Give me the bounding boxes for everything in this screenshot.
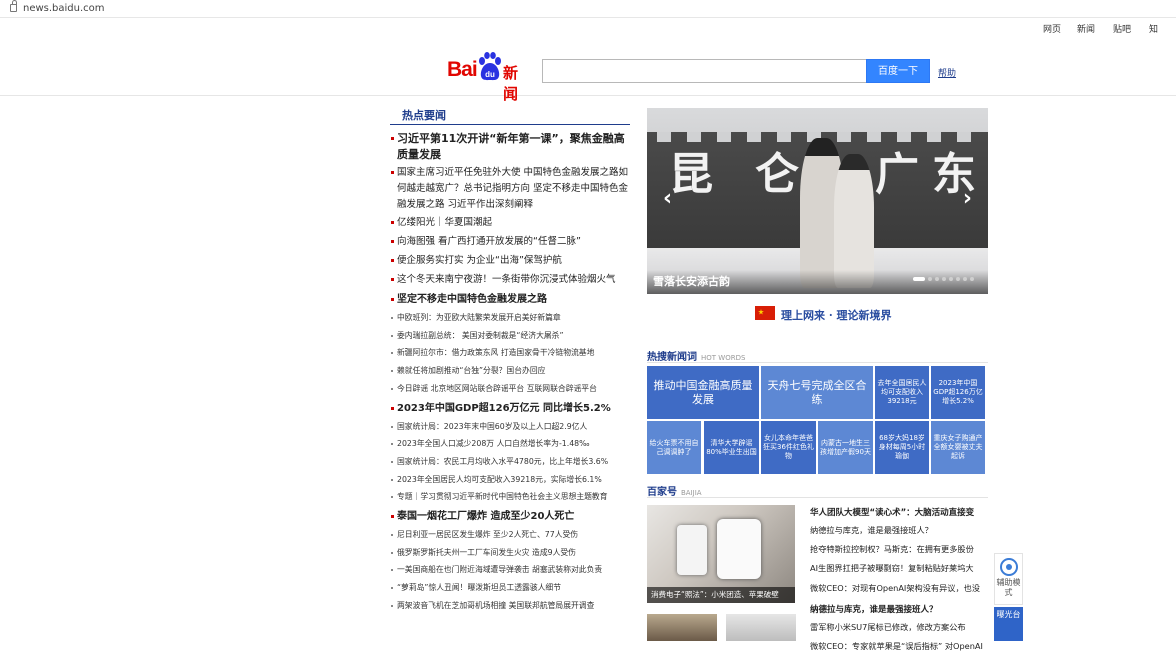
sub-item[interactable]: “萝莉岛”惊人丑闻！曝泼斯坦员工透露骇人细节 <box>390 579 630 597</box>
baijia-thumbnail[interactable]: 消费电子“照法”：小米团造、苹果破壁 <box>647 505 795 603</box>
headline-4[interactable]: 泰国一烟花工厂爆炸 造成至少20人死亡 <box>390 508 630 526</box>
top-nav: 网页 新闻 贴吧 知 <box>1043 22 1176 36</box>
baijia-title[interactable]: 百家号 <box>647 487 677 498</box>
accessibility-icon <box>999 558 1018 576</box>
address-bar[interactable]: news.baidu.com <box>0 0 1176 18</box>
hot-word-tile[interactable]: 重庆女子购通产全额女婴被丈夫起诉 <box>931 421 985 474</box>
hot-news-column: 热点要闻 习近平第11次开讲“新年第一课”，聚焦金融高质量发展 国家主席习近平任… <box>390 105 630 615</box>
sub-item[interactable]: 国家统计局：2023年末中国60岁及以上人口超2.9亿人 <box>390 418 630 436</box>
assist-mode-button[interactable]: 辅助模式 <box>994 553 1023 605</box>
news-item[interactable]: 国家主席习近平任免驻外大使 中国特色金融发展之路如何越走越宽广？总书记指明方向 … <box>390 165 630 213</box>
baijia-headline[interactable]: 华人团队大模型“读心术”：大脑活动直接变 <box>810 505 990 521</box>
report-button[interactable]: 曝光台 <box>994 607 1023 641</box>
baijia-header: 百家号 BAIJIA <box>647 480 988 498</box>
nav-link-web[interactable]: 网页 <box>1043 25 1061 35</box>
news-item[interactable]: 亿缕阳光｜华夏国潮起 <box>390 213 630 232</box>
section-title[interactable]: 热点要闻 <box>402 107 446 123</box>
hot-word-tile[interactable]: 2023年中国GDP超126万亿 增长5.2% <box>931 366 985 419</box>
baijia-item[interactable]: 纳德拉与库克，谁是最强接班人？ <box>810 521 990 540</box>
baijia-item[interactable]: 微软CEO：专家就苹果是“误后指标” 对OpenAI <box>810 637 990 656</box>
sub-item[interactable]: 中欧班列：为亚欧大陆繁荣发展开启美好新篇章 <box>390 309 630 327</box>
hot-words-grid: 推动中国金融高质量发展 天舟七号完成全区合练 去年全国居民人均可支配收入3921… <box>647 366 988 474</box>
news-item[interactable]: 便企服务实打实 为企业“出海”保驾护航 <box>390 251 630 270</box>
flag-icon <box>755 306 775 320</box>
nav-link-news[interactable]: 新闻 <box>1077 25 1095 35</box>
thumbnail-caption: 消费电子“照法”：小米团造、苹果破壁 <box>651 590 779 599</box>
help-link[interactable]: 帮助 <box>938 66 956 79</box>
baijia-item[interactable]: 雷军称小米SU7尾标已修改，修改方案公布 <box>810 618 990 637</box>
hot-words-panel: 热搜新闻词 HOT WORDS 推动中国金融高质量发展 天舟七号完成全区合练 去年… <box>647 345 988 474</box>
hot-word-tile[interactable]: 清华大学辟谣80%毕业生出国 <box>704 421 759 474</box>
nav-link-tieba[interactable]: 贴吧 <box>1113 25 1131 35</box>
carousel-dots[interactable] <box>910 266 974 285</box>
sub-item[interactable]: 俄罗斯罗斯托夫州一工厂车间发生火灾 造成9人受伤 <box>390 544 630 562</box>
baijia-headline[interactable]: 纳德拉与库克，谁是最强接班人？ <box>810 602 990 618</box>
hot-word-tile[interactable]: 去年全国居民人均可支配收入39218元 <box>875 366 929 419</box>
assist-label: 辅助模式 <box>996 578 1021 597</box>
hot-word-tile[interactable]: 68岁大妈18岁身材每周5小时瑜伽 <box>875 421 929 474</box>
hot-words-header: 热搜新闻词 HOT WORDS <box>647 345 988 363</box>
logo-bai: Bai <box>447 58 478 81</box>
headline-2[interactable]: 坚定不移走中国特色金融发展之路 <box>390 291 630 309</box>
baijia-list: 华人团队大模型“读心术”：大脑活动直接变 纳德拉与库克，谁是最强接班人？ 抢夺特… <box>810 505 990 656</box>
banner-text: 理上网来 · 理论新境界 <box>781 309 892 322</box>
hot-word-tile[interactable]: 女儿本命年爸爸狂买36件红色礼物 <box>761 421 816 474</box>
prev-arrow-icon[interactable]: ‹ <box>663 186 672 211</box>
carousel-caption[interactable]: 雪落长安添古韵 <box>653 273 730 289</box>
headline-3[interactable]: 2023年中国GDP超126万亿元 同比增长5.2% <box>390 400 630 418</box>
hot-word-tile[interactable]: 推动中国金融高质量发展 <box>647 366 759 419</box>
search-input[interactable] <box>542 59 867 83</box>
hot-word-tile[interactable]: 内蒙古一地生三孩增加产假90天 <box>818 421 873 474</box>
wall-char: 仑 <box>755 149 799 200</box>
baijia-en: BAIJIA <box>681 489 702 497</box>
sub-item[interactable]: 国家统计局：农民工月均收入水平4780元，比上年增长3.6% <box>390 453 630 471</box>
sub-item[interactable]: 2023年全国居民人均可支配收入39218元，实际增长6.1% <box>390 471 630 489</box>
baijia-panel: 百家号 BAIJIA <box>647 480 988 498</box>
sub-item[interactable]: 两架波音飞机在芝加哥机场相撞 美国联邦航管局展开调查 <box>390 597 630 615</box>
header: Bai du 新闻 百度一下 帮助 <box>0 40 1176 103</box>
nav-link-zhidao[interactable]: 知 <box>1149 25 1158 35</box>
baijia-item[interactable]: 抢夺特斯拉控制权？马斯克：在拥有更多股份 <box>810 540 990 559</box>
hot-word-tile[interactable]: 给火车票不用自己调调肿了 <box>647 421 701 474</box>
wall-char: 昆 <box>669 149 713 200</box>
wall-char: 广 <box>875 149 919 200</box>
baijia-item[interactable]: 微软CEO：对现有OpenAI架构没有异议，也没 <box>810 579 990 598</box>
logo-du: du <box>485 70 495 79</box>
sub-item[interactable]: 一美国商船在也门附近海域遭导弹袭击 胡塞武装称对此负责 <box>390 561 630 579</box>
sub-item[interactable]: 2023年全国人口减少208万 人口自然增长率为-1.48‰ <box>390 435 630 453</box>
sub-item[interactable]: 今日辟谣 北京地区网站联合辟谣平台 互联网联合辟谣平台 <box>390 380 630 398</box>
sub-item[interactable]: 赖就任将加剧推动“台独”分裂？国台办回应 <box>390 362 630 380</box>
news-item[interactable]: 这个冬天来南宁夜游！一条街带你沉浸式体验烟火气 <box>390 270 630 289</box>
sub-item[interactable]: 尼日利亚一居民区发生爆炸 至少2人死亡、77人受伤 <box>390 526 630 544</box>
sub-item[interactable]: 专题｜学习贯彻习近平新时代中国特色社会主义思想主题教育 <box>390 488 630 506</box>
next-arrow-icon[interactable]: › <box>963 186 972 211</box>
baijia-item[interactable]: AI生图界扛把子被曝剽窃！复制粘贴好莱坞大 <box>810 559 990 578</box>
url-text: news.baidu.com <box>23 3 105 14</box>
person-figure <box>834 154 874 288</box>
news-item[interactable]: 向海图强 看广西打通开放发展的“任督二脉” <box>390 232 630 251</box>
sub-item[interactable]: 委内瑞拉副总统： 美国对委制裁是“经济大屠杀” <box>390 327 630 345</box>
photo-carousel[interactable]: 昆 仑 广 东 ‹ › 雪落长安添古韵 <box>647 108 988 294</box>
baijia-thumbnail[interactable] <box>726 614 796 641</box>
hot-words-en: HOT WORDS <box>701 354 746 362</box>
lock-icon <box>10 0 17 12</box>
search-button[interactable]: 百度一下 <box>866 59 930 83</box>
paw-icon: du <box>479 52 501 81</box>
section-header: 热点要闻 <box>390 105 630 125</box>
logo-news: 新闻 <box>503 64 519 103</box>
headline-1[interactable]: 习近平第11次开讲“新年第一课”，聚焦金融高质量发展 <box>390 131 630 163</box>
baijia-thumbnail[interactable] <box>647 614 717 641</box>
hot-words-title[interactable]: 热搜新闻词 <box>647 352 697 363</box>
sub-item[interactable]: 新疆阿拉尔市：借力政策东风 打造国家骨干冷链物流基地 <box>390 344 630 362</box>
hot-word-tile[interactable]: 天舟七号完成全区合练 <box>761 366 873 419</box>
